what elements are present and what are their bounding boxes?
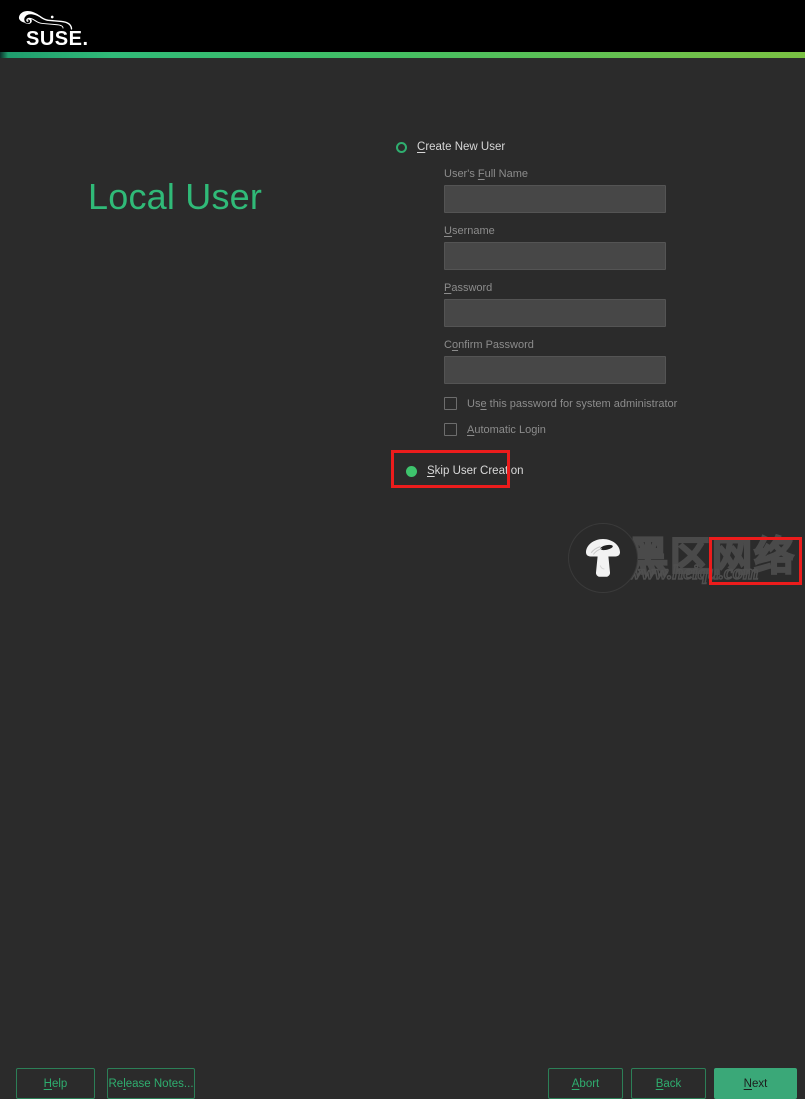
radio-selected-icon: [406, 465, 417, 477]
back-button[interactable]: Back: [631, 1068, 706, 1099]
label-confirm-password: Confirm Password: [444, 339, 686, 351]
field-group-password: Password: [444, 282, 686, 327]
username-input[interactable]: [444, 242, 666, 270]
radio-skip-user-creation-label: Skip User Creation: [427, 465, 524, 477]
abort-button[interactable]: Abort: [548, 1068, 623, 1099]
label-prefix: User's: [444, 168, 478, 180]
label-suffix: sername: [451, 225, 495, 237]
mnemonic-letter: S: [427, 465, 435, 477]
mnemonic-letter: U: [444, 225, 452, 237]
checkbox-row-automatic-login[interactable]: Automatic Login: [444, 423, 686, 436]
button-label: bort: [579, 1077, 600, 1090]
mnemonic-letter: H: [43, 1077, 52, 1090]
mnemonic-letter: F: [477, 168, 485, 180]
mushroom-cursor-icon: [569, 524, 637, 592]
next-button[interactable]: Next: [714, 1068, 797, 1099]
radio-unselected-icon: [396, 141, 407, 153]
label-suffix: utomatic Login: [474, 423, 546, 436]
button-label: ease Notes...: [125, 1077, 194, 1090]
installer-window: SUSE. Local User Create New User User's …: [0, 0, 805, 1099]
field-group-fullname: User's Full Name: [444, 168, 686, 213]
label-suffix: this password for system administrator: [486, 397, 678, 410]
confirm-password-input[interactable]: [444, 356, 666, 384]
radio-skip-user-creation[interactable]: Skip User Creation: [406, 462, 686, 480]
page-title: Local User: [88, 176, 263, 217]
main-content: Local User Create New User User's Full N…: [0, 58, 805, 526]
radio-create-new-user[interactable]: Create New User: [396, 138, 686, 156]
field-group-confirm-password: Confirm Password: [444, 339, 686, 384]
mnemonic-letter: B: [655, 1077, 664, 1090]
mnemonic-letter: N: [743, 1077, 752, 1090]
checkbox-label-system-administrator: Use this password for system administrat…: [467, 398, 677, 410]
footer-button-bar: Help Re l ease Notes... Abort Back Next: [0, 526, 805, 1099]
label-username: Username: [444, 225, 686, 237]
checkbox-unchecked-icon: [444, 423, 457, 436]
checkbox-unchecked-icon: [444, 397, 457, 410]
checkbox-label-automatic-login: Automatic Login: [467, 424, 546, 436]
radio-create-new-user-label: Create New User: [417, 141, 505, 153]
label-password: Password: [444, 282, 686, 294]
button-label: ext: [751, 1077, 768, 1090]
mnemonic-letter: A: [571, 1077, 580, 1090]
button-label: ack: [663, 1077, 682, 1090]
label-suffix: nfirm Password: [458, 339, 534, 351]
release-notes-button[interactable]: Re l ease Notes...: [107, 1068, 195, 1099]
label-fullname: User's Full Name: [444, 168, 686, 180]
radio-label-rest: kip User Creation: [434, 465, 524, 477]
app-header: SUSE.: [0, 0, 805, 52]
label-prefix: Us: [467, 397, 481, 410]
svg-text:SUSE.: SUSE.: [26, 28, 89, 48]
suse-chameleon-logo: SUSE.: [18, 4, 110, 48]
button-label: elp: [51, 1077, 68, 1090]
password-input[interactable]: [444, 299, 666, 327]
local-user-form: Create New User User's Full Name Usernam…: [396, 138, 686, 480]
radio-label-rest: reate New User: [425, 141, 506, 153]
checkbox-row-system-administrator[interactable]: Use this password for system administrat…: [444, 397, 686, 410]
label-prefix: C: [444, 339, 452, 351]
label-suffix: assword: [451, 282, 493, 294]
field-group-username: Username: [444, 225, 686, 270]
label-suffix: ull Name: [484, 168, 529, 180]
fullname-input[interactable]: [444, 185, 666, 213]
label-prefix: Re: [108, 1077, 124, 1090]
help-button[interactable]: Help: [16, 1068, 95, 1099]
